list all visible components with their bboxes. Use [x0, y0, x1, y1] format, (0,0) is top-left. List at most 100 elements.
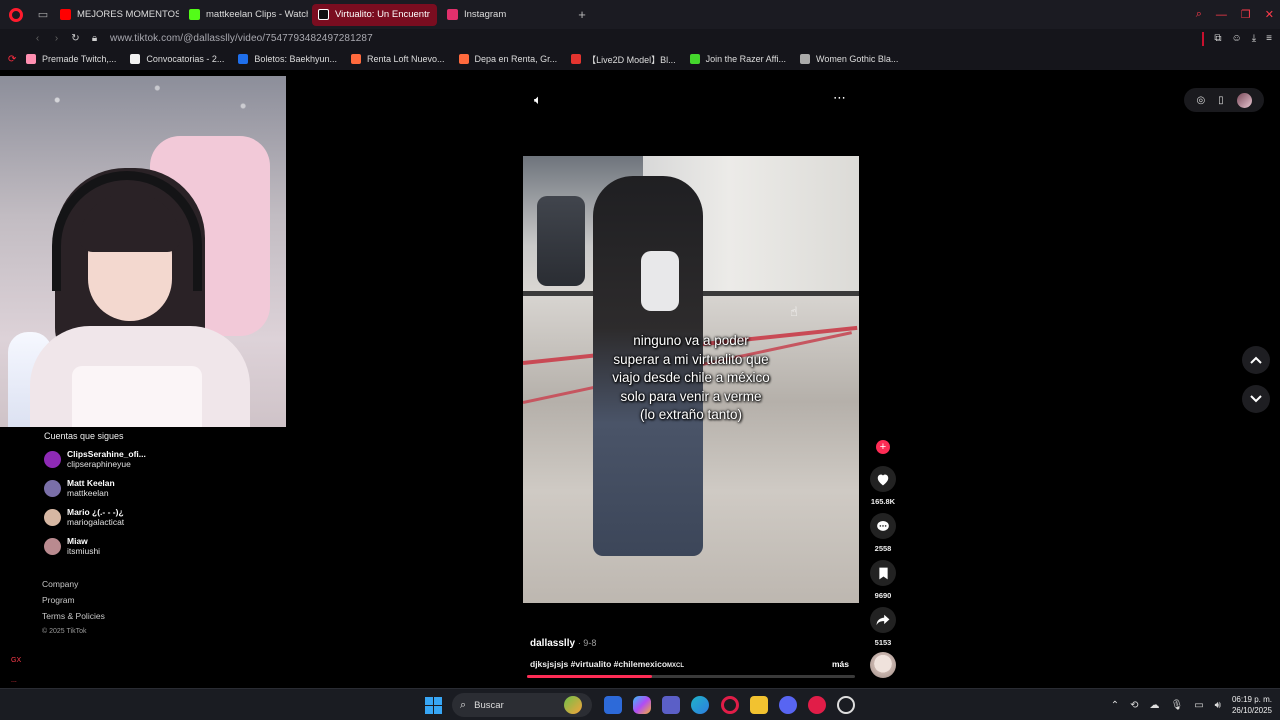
- bookmark-item[interactable]: Join the Razer Affi...: [689, 54, 786, 64]
- opera-logo-icon: [9, 7, 23, 22]
- bookmark-item[interactable]: 【Live2D Model】Bl...: [571, 53, 676, 66]
- windows-start-icon[interactable]: [425, 697, 442, 714]
- teams-icon[interactable]: [662, 696, 680, 714]
- search-icon: ⌕: [460, 698, 467, 711]
- microphone-icon[interactable]: 🎙︎: [1170, 700, 1183, 711]
- next-video-button[interactable]: [1242, 385, 1270, 413]
- restore-icon[interactable]: ❐: [1241, 8, 1251, 21]
- tab-island-icon[interactable]: ▭: [32, 0, 54, 29]
- download-icon[interactable]: ⤓: [1252, 33, 1256, 44]
- opera-menu-button[interactable]: [0, 0, 32, 29]
- bookmark-item[interactable]: Women Gothic Bla...: [800, 54, 898, 64]
- followed-account[interactable]: Mario ¿(.- - -)¿ mariogalacticat: [44, 504, 124, 530]
- more-button[interactable]: más: [832, 659, 849, 669]
- search-tabs-icon[interactable]: ⌕: [1196, 8, 1202, 21]
- video-progress-fill: [527, 675, 652, 678]
- terms-link[interactable]: Terms & Policies: [42, 610, 105, 626]
- cloud-icon[interactable]: ☁: [1149, 700, 1159, 711]
- bookmark-icon: [350, 54, 361, 64]
- opera-icon[interactable]: [808, 696, 826, 714]
- tab-youtube[interactable]: MEJORES MOMENTOS DE: [54, 4, 179, 26]
- program-link[interactable]: Program: [42, 594, 105, 610]
- clock[interactable]: 06:19 p. m. 26/10/2025: [1232, 694, 1272, 716]
- edge-icon[interactable]: [691, 696, 709, 714]
- share-count: 5153: [874, 638, 892, 647]
- more-options-icon[interactable]: ⋯: [833, 90, 846, 106]
- tab-kick[interactable]: mattkeelan Clips - Watch: [183, 4, 308, 26]
- back-icon[interactable]: ‹: [28, 33, 47, 44]
- account-text: Mario ¿(.- - -)¿ mariogalacticat: [67, 507, 124, 527]
- minimize-icon[interactable]: —: [1216, 9, 1227, 21]
- forward-icon[interactable]: ›: [47, 33, 66, 44]
- sidebar-footer: Company Program Terms & Policies © 2025 …: [42, 578, 105, 642]
- video-progress-bar[interactable]: [527, 675, 855, 678]
- comment-button[interactable]: [870, 513, 896, 539]
- opera-gx-icon[interactable]: [721, 696, 739, 714]
- tab-instagram[interactable]: Instagram: [441, 4, 566, 26]
- menu-icon[interactable]: ≡: [1266, 33, 1272, 44]
- account-text: ClipsSerahine_ofi... clipseraphineyue: [67, 449, 146, 469]
- share-button[interactable]: [870, 607, 896, 633]
- bookmark-item[interactable]: Convocatorias - 2...: [130, 54, 224, 64]
- video-background-people: [537, 196, 585, 286]
- tab-label: Instagram: [464, 9, 507, 20]
- display-icon[interactable]: ▭: [1194, 700, 1203, 711]
- followed-account[interactable]: Miaw itsmiushi: [44, 533, 100, 559]
- close-icon[interactable]: ✕: [1265, 8, 1274, 21]
- bookmarks-bar: ⟳ Premade Twitch,... Convocatorias - 2..…: [0, 48, 1280, 70]
- followed-account[interactable]: Matt Keelan mattkeelan: [44, 475, 115, 501]
- url-field[interactable]: www.tiktok.com/@dallasslly/video/7547793…: [110, 33, 373, 44]
- copilot-icon[interactable]: [633, 696, 651, 714]
- avatar: [44, 537, 61, 555]
- heart-icon: [877, 474, 889, 485]
- video-description: djksjsjsjs #virtualito #chilemexicoMXCL: [530, 659, 684, 669]
- bookmark-item[interactable]: Renta Loft Nuevo...: [350, 54, 445, 64]
- bookmark-item[interactable]: Depa en Renta, Gr...: [458, 54, 557, 64]
- account-name: ClipsSerahine_ofi...: [67, 449, 146, 459]
- like-button[interactable]: [870, 466, 896, 492]
- tab-tiktok[interactable]: Virtualito: Un Encuentr: [312, 3, 437, 26]
- phone-icon[interactable]: ▯: [1218, 95, 1224, 106]
- youtube-icon: [60, 9, 71, 20]
- volume-icon[interactable]: 🔈︎: [534, 92, 542, 108]
- company-link[interactable]: Company: [42, 578, 105, 594]
- new-tab-button[interactable]: +: [570, 7, 594, 22]
- speed-dial-icon[interactable]: ⟳: [8, 54, 26, 65]
- bookmark-button[interactable]: [870, 560, 896, 586]
- avatar: [44, 508, 61, 526]
- bookmark-icon: [878, 567, 888, 579]
- profile-icon[interactable]: ☺: [1232, 33, 1242, 44]
- previous-video-button[interactable]: [1242, 346, 1270, 374]
- tray-overflow-icon[interactable]: ⌃: [1111, 700, 1119, 711]
- caption-line: superar a mi virtualito que: [613, 351, 769, 367]
- compass-icon[interactable]: ◎: [1196, 95, 1205, 106]
- follow-plus-icon[interactable]: +: [876, 440, 890, 454]
- lock-icon: 🔒︎: [91, 33, 98, 44]
- video-white-bag: [641, 251, 679, 311]
- caption-line: ninguno va a poder: [633, 333, 749, 348]
- reload-icon[interactable]: ↻: [66, 33, 85, 44]
- author-name[interactable]: dallasslly: [530, 638, 575, 649]
- sync-icon[interactable]: ⟲: [1130, 700, 1138, 711]
- account-handle: itsmiushi: [67, 546, 101, 556]
- user-avatar[interactable]: [1236, 92, 1252, 108]
- bookmark-icon: [458, 54, 469, 64]
- bookmark-item[interactable]: Boletos: Baekhyun...: [238, 54, 337, 64]
- video-player[interactable]: ninguno va a poder superar a mi virtuali…: [523, 156, 859, 603]
- bookmark-icon: [238, 54, 249, 64]
- obs-icon[interactable]: [837, 696, 855, 714]
- account-text: Miaw itsmiushi: [67, 536, 100, 556]
- widgets-icon[interactable]: [564, 696, 582, 714]
- followed-account[interactable]: ClipsSerahine_ofi... clipseraphineyue: [44, 446, 146, 472]
- extensions-icon[interactable]: ⧉: [1214, 33, 1221, 44]
- gx-icon[interactable]: GX: [11, 651, 21, 671]
- store-icon[interactable]: [604, 696, 622, 714]
- bookmark-item[interactable]: Premade Twitch,...: [26, 54, 116, 64]
- mouse-cursor-icon: ☝︎: [790, 304, 798, 319]
- discord-icon[interactable]: [779, 696, 797, 714]
- sound-avatar[interactable]: [870, 652, 896, 678]
- speaker-icon[interactable]: 🔊︎: [1215, 700, 1221, 711]
- share-icon: [876, 614, 890, 626]
- file-explorer-icon[interactable]: [750, 696, 768, 714]
- like-count: 165.8K: [870, 497, 896, 506]
